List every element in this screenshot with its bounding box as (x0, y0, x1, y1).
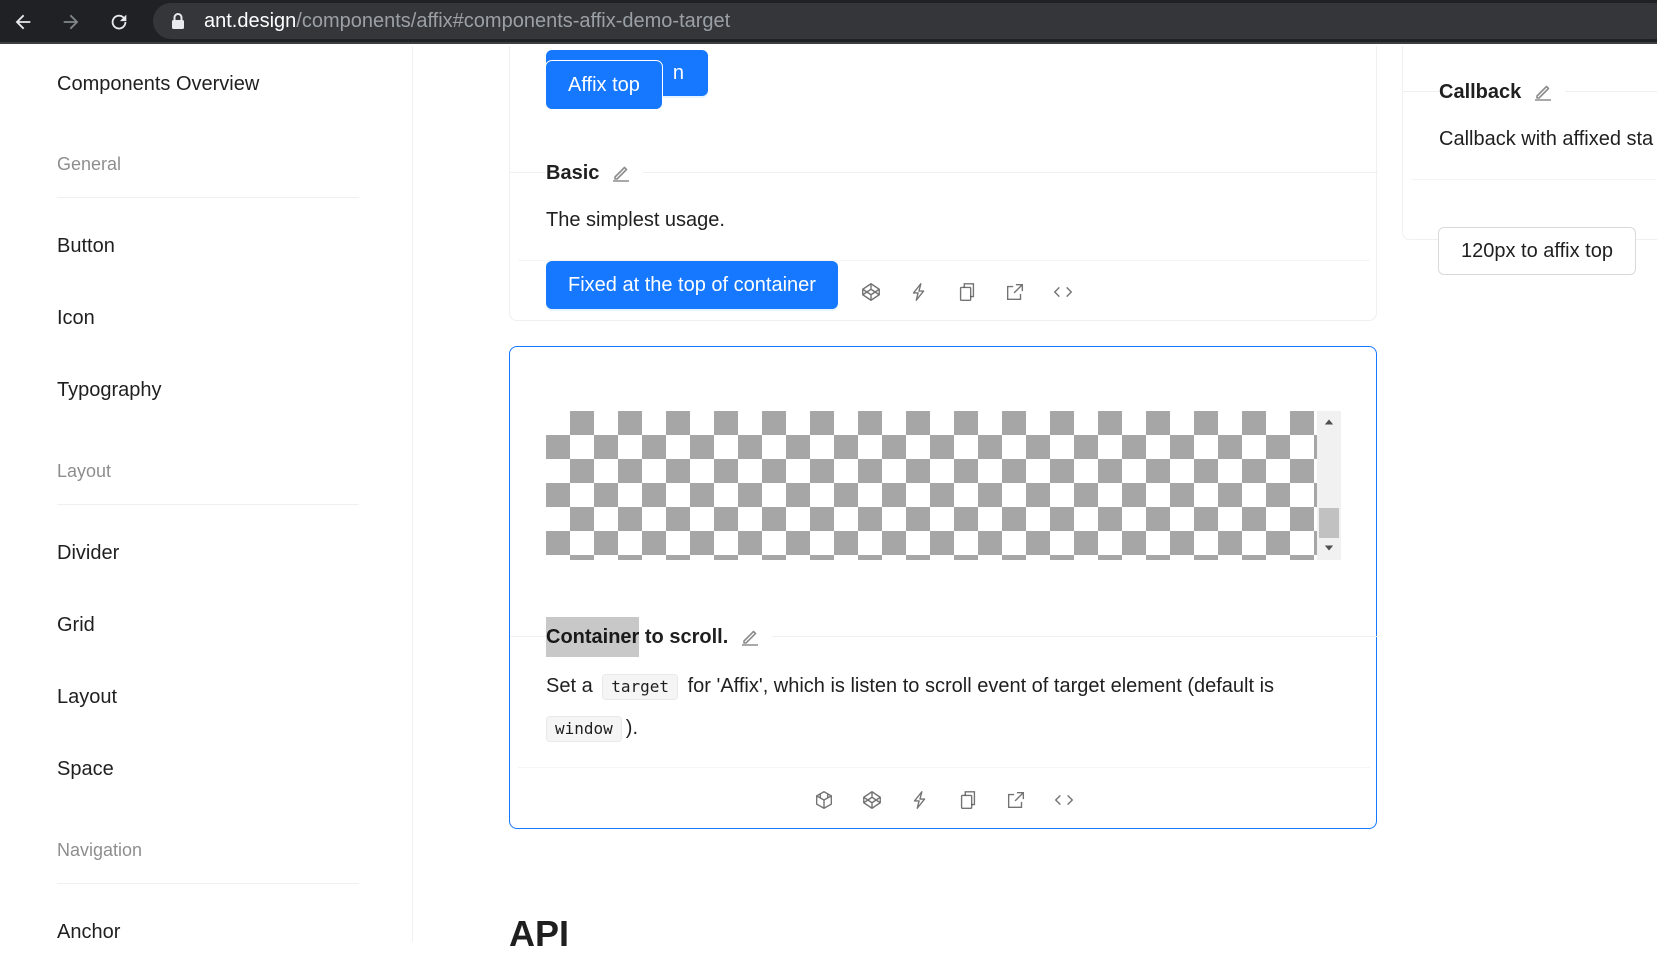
demo-title-callback: Callback (1439, 78, 1566, 106)
demo-title-highlight: Container (546, 617, 640, 657)
demo-title-basic: Basic (546, 159, 644, 187)
url-text[interactable]: ant.design/components/affix#components-a… (204, 9, 730, 33)
codesandbox-icon[interactable] (811, 787, 837, 813)
affix-bottom-label: n (672, 62, 684, 84)
sidebar-item-space[interactable]: Space (57, 755, 114, 783)
edit-icon[interactable] (609, 161, 633, 185)
code-window: window (546, 716, 622, 742)
demo-title-target: Container to scroll. (546, 617, 773, 657)
demo-actions-basic (858, 279, 1076, 305)
sidebar-item-typography[interactable]: Typography (57, 376, 162, 404)
demo-description-target: Set a target for 'Affix', which is liste… (546, 665, 1346, 749)
sidebar-item-components-overview[interactable]: Components Overview (57, 70, 259, 98)
sidebar-divider (57, 504, 359, 505)
external-link-icon[interactable] (1003, 787, 1029, 813)
sidebar-group-navigation: Navigation (57, 840, 143, 860)
affix-120px-label: 120px to affix top (1461, 240, 1613, 262)
fixed-top-container-label: Fixed at the top of container (568, 274, 816, 296)
codepen-icon[interactable] (858, 279, 884, 305)
scrollbar[interactable] (1317, 411, 1341, 560)
sidebar-item-grid[interactable]: Grid (57, 611, 95, 639)
browser-toolbar: ant.design/components/affix#components-a… (0, 0, 1657, 44)
back-button[interactable] (7, 6, 39, 38)
sidebar-menu: Components Overview General Button Icon … (0, 46, 413, 942)
forward-button[interactable] (55, 6, 87, 38)
sidebar-item-divider[interactable]: Divider (57, 539, 119, 567)
demo-actions-divider (1411, 179, 1657, 180)
url-path: /components/affix#components-affix-demo-… (296, 10, 731, 32)
scroll-container[interactable] (546, 411, 1341, 560)
scroll-down-arrow-icon[interactable] (1323, 542, 1335, 554)
reload-button[interactable] (103, 6, 135, 38)
code-icon[interactable] (1051, 787, 1077, 813)
copy-icon[interactable] (954, 279, 980, 305)
desc-text: Set a (546, 675, 599, 697)
sidebar-item-anchor[interactable]: Anchor (57, 918, 120, 942)
scrollbar-thumb[interactable] (1319, 508, 1339, 538)
lock-icon (172, 13, 184, 29)
scroll-up-arrow-icon[interactable] (1323, 416, 1335, 428)
copy-icon[interactable] (955, 787, 981, 813)
arrow-right-icon (63, 14, 79, 30)
sidebar-item-button[interactable]: Button (57, 232, 115, 260)
demo-title-text: Basic (546, 162, 600, 184)
sidebar-group-layout: Layout (57, 461, 112, 481)
desc-text: for 'Affix', which is listen to scroll e… (682, 675, 1275, 697)
sidebar-group-general: General (57, 154, 122, 174)
demo-actions-target (811, 787, 1077, 813)
sidebar-divider (57, 197, 359, 198)
affix-top-label: Affix top (568, 74, 640, 96)
demo-actions-divider (518, 767, 1370, 768)
thunderbolt-icon[interactable] (907, 787, 933, 813)
thunderbolt-icon[interactable] (906, 279, 932, 305)
demo-title-text: to scroll. (639, 626, 729, 648)
code-icon[interactable] (1050, 279, 1076, 305)
demo-card-callback: Callback Callback with affixed sta (1402, 46, 1657, 240)
code-target: target (602, 674, 679, 700)
api-heading: API (509, 913, 570, 954)
demo-card-basic: n Affix top Basic The simplest usage. Fi… (509, 46, 1378, 321)
external-link-icon[interactable] (1002, 279, 1028, 305)
demo-description-basic: The simplest usage. (546, 209, 725, 231)
address-bar[interactable]: ant.design/components/affix#components-a… (153, 3, 1657, 39)
arrow-left-icon (15, 14, 31, 30)
sidebar-item-icon[interactable]: Icon (57, 304, 95, 332)
fixed-top-container-button[interactable]: Fixed at the top of container (546, 261, 838, 309)
demo-title-text: Callback (1439, 81, 1522, 103)
reload-icon (111, 14, 127, 30)
sidebar-item-layout[interactable]: Layout (57, 683, 117, 711)
edit-icon[interactable] (738, 625, 762, 649)
sidebar-divider (57, 883, 359, 884)
codepen-icon[interactable] (859, 787, 885, 813)
demo-card-target: Container to scroll. Set a target for 'A… (509, 346, 1378, 829)
affix-120px-button[interactable]: 120px to affix top (1438, 227, 1636, 275)
url-host: ant.design (204, 10, 297, 32)
affix-top-button[interactable]: Affix top (546, 61, 662, 109)
demo-description-callback: Callback with affixed sta (1439, 128, 1654, 150)
desc-text: ). (625, 717, 639, 739)
edit-icon[interactable] (1531, 80, 1555, 104)
